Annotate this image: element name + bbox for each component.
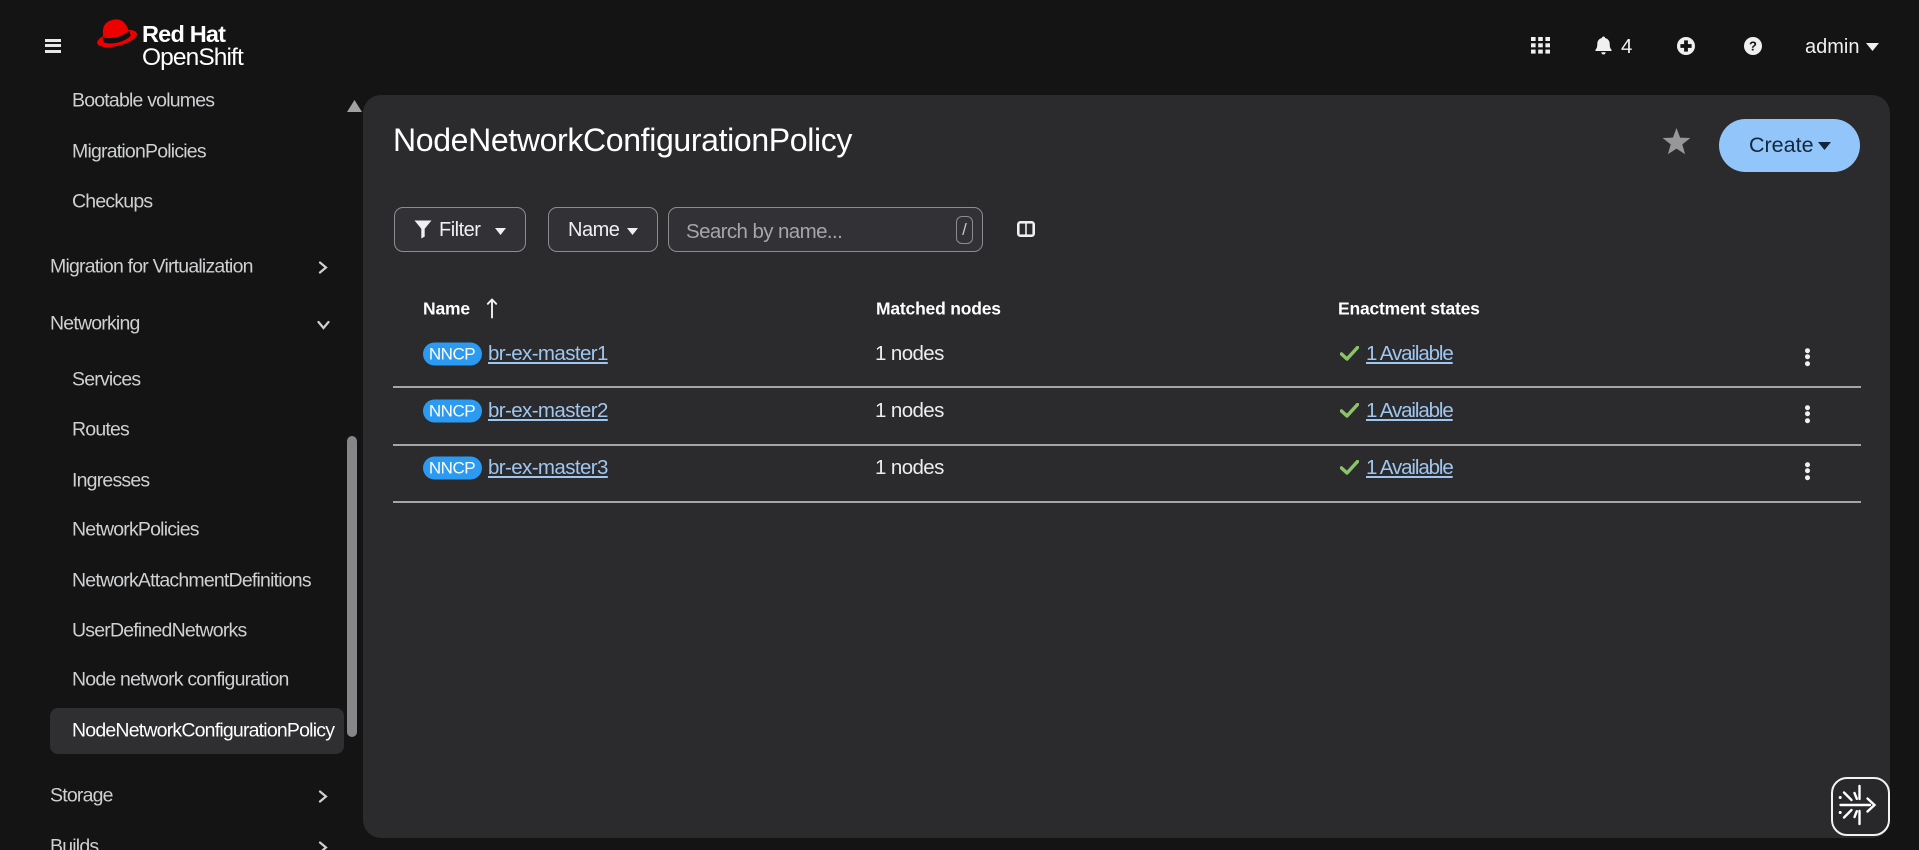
svg-text:?: ?	[1749, 39, 1757, 54]
